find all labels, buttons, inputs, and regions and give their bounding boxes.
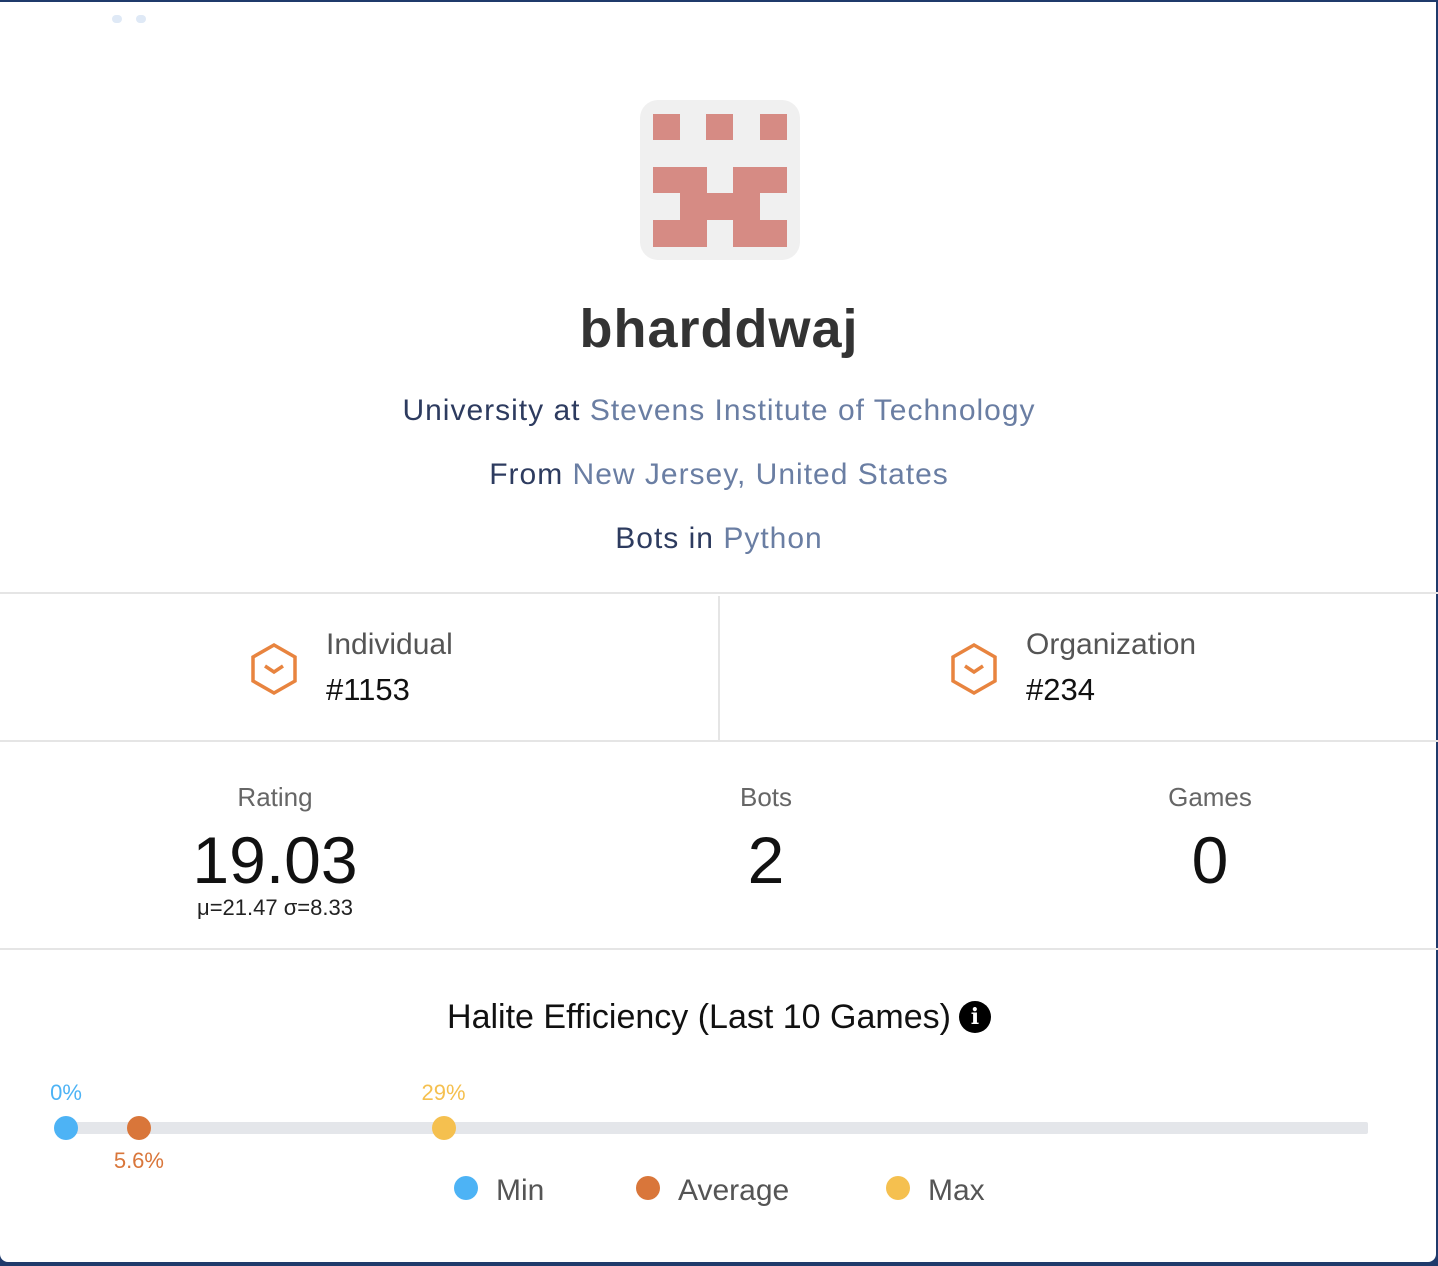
rating-label: Rating bbox=[237, 782, 313, 812]
university-prefix: University at bbox=[402, 394, 590, 427]
divider bbox=[0, 948, 1438, 950]
individual-label: Individual bbox=[326, 628, 453, 661]
legend-min: Min bbox=[454, 1174, 544, 1208]
university-link[interactable]: Stevens Institute of Technology bbox=[590, 394, 1036, 427]
legend-max: Max bbox=[886, 1174, 985, 1208]
legend-min-label: Min bbox=[496, 1174, 545, 1207]
max-marker[interactable] bbox=[431, 1116, 456, 1140]
username: bharddwaj bbox=[579, 299, 859, 359]
legend-max-label: Max bbox=[928, 1174, 985, 1207]
rating-detail: μ=21.47 σ=8.33 bbox=[197, 895, 353, 920]
info-icon[interactable]: i bbox=[958, 1001, 991, 1033]
efficiency-track bbox=[66, 1122, 1368, 1134]
profile-card: bharddwaj University at Stevens Institut… bbox=[0, 2, 1438, 1262]
location-prefix: From bbox=[489, 458, 573, 491]
average-marker[interactable] bbox=[126, 1116, 151, 1140]
rating-stat: Rating 19.03 μ=21.47 σ=8.33 bbox=[125, 782, 425, 921]
bots-value: 2 bbox=[747, 823, 785, 897]
legend-average-label: Average bbox=[678, 1174, 790, 1207]
location-link[interactable]: New Jersey, United States bbox=[573, 458, 949, 491]
min-marker[interactable] bbox=[54, 1116, 78, 1140]
rating-value: 19.03 bbox=[192, 823, 358, 897]
divider bbox=[0, 740, 1438, 742]
efficiency-title-text: Halite Efficiency (Last 10 Games) bbox=[447, 998, 951, 1036]
divider bbox=[0, 592, 1438, 594]
identicon-icon bbox=[653, 114, 787, 247]
individual-value: #1153 bbox=[326, 672, 410, 707]
language-line: Bots in Python bbox=[0, 522, 1438, 556]
min-dot-icon bbox=[454, 1176, 478, 1200]
divider-vertical bbox=[718, 596, 720, 742]
efficiency-title: Halite Efficiency (Last 10 Games) i bbox=[0, 998, 1438, 1037]
organization-label: Organization bbox=[1026, 628, 1197, 661]
hexagon-rank-icon bbox=[951, 642, 997, 696]
hexagon-rank-icon bbox=[251, 642, 297, 696]
legend-average: Average bbox=[636, 1174, 789, 1208]
games-stat: Games 0 bbox=[1060, 782, 1360, 893]
loading-dots bbox=[112, 10, 160, 28]
average-dot-icon bbox=[636, 1176, 660, 1200]
language-link[interactable]: Python bbox=[723, 522, 822, 555]
games-label: Games bbox=[1168, 782, 1252, 812]
avatar bbox=[640, 100, 800, 260]
min-value-label: 0% bbox=[50, 1080, 82, 1105]
games-value: 0 bbox=[1191, 823, 1229, 897]
max-dot-icon bbox=[886, 1176, 910, 1200]
average-value-label: 5.6% bbox=[113, 1148, 164, 1173]
organization-value: #234 bbox=[1026, 672, 1095, 707]
bots-stat: Bots 2 bbox=[616, 782, 916, 893]
language-prefix: Bots in bbox=[615, 522, 724, 555]
location-line: From New Jersey, United States bbox=[0, 458, 1438, 492]
university-line: University at Stevens Institute of Techn… bbox=[0, 394, 1438, 428]
max-value-label: 29% bbox=[421, 1080, 466, 1105]
bots-label: Bots bbox=[739, 782, 793, 812]
